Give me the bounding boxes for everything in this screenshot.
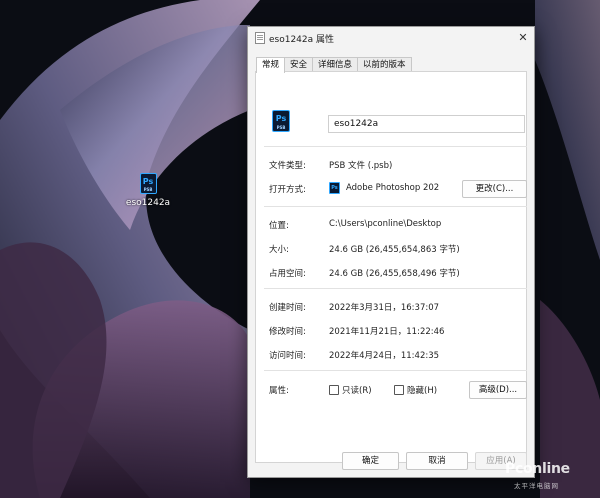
- photoshop-psb-icon: Ps PSB: [272, 110, 290, 132]
- desktop-file-icon-eso1242a[interactable]: Ps PSB eso1242a: [124, 173, 172, 208]
- accessed-value: 2022年4月24日，11:42:35: [329, 351, 440, 361]
- desktop-file-label: eso1242a: [125, 198, 171, 208]
- divider: [264, 206, 527, 207]
- size-on-disk-value: 24.6 GB (26,455,658,496 字节): [329, 269, 460, 279]
- hidden-checkbox[interactable]: 隐藏(H): [394, 384, 437, 396]
- open-with-label: 打开方式:: [269, 185, 306, 195]
- checkbox-box[interactable]: [394, 385, 404, 395]
- dialog-titlebar[interactable]: eso1242a 属性 ✕: [248, 27, 534, 49]
- general-tab-panel: Ps PSB eso1242a 文件类型: PSB 文件 (.psb) 打开方式…: [255, 71, 527, 463]
- open-with-value: Adobe Photoshop 202: [346, 183, 440, 193]
- modified-label: 修改时间:: [269, 327, 306, 337]
- accessed-label: 访问时间:: [269, 351, 306, 361]
- created-label: 创建时间:: [269, 303, 306, 313]
- dialog-title: eso1242a 属性: [269, 35, 335, 45]
- size-value: 24.6 GB (26,455,654,863 字节): [329, 245, 460, 255]
- file-type-value: PSB 文件 (.psb): [329, 161, 393, 171]
- attributes-label: 属性:: [269, 386, 289, 396]
- location-value: C:\Users\pconline\Desktop: [329, 219, 442, 229]
- file-type-label: 文件类型:: [269, 161, 306, 171]
- advanced-button[interactable]: 高级(D)...: [469, 381, 527, 399]
- tab-previous-versions[interactable]: 以前的版本: [357, 57, 412, 72]
- created-value: 2022年3月31日，16:37:07: [329, 303, 440, 313]
- photoshop-psb-icon: Ps PSB: [139, 173, 157, 194]
- file-properties-icon: [255, 32, 265, 44]
- filename-field[interactable]: eso1242a: [328, 115, 525, 133]
- cancel-button[interactable]: 取消: [406, 452, 468, 470]
- pconline-watermark-sub: 太平洋电脑网: [514, 482, 559, 490]
- readonly-checkbox[interactable]: 只读(R): [329, 384, 372, 396]
- size-on-disk-label: 占用空间:: [269, 269, 306, 279]
- close-icon[interactable]: ✕: [512, 27, 534, 49]
- properties-dialog: eso1242a 属性 ✕ 常规 安全 详细信息 以前的版本 Ps PSB es…: [247, 26, 535, 478]
- tab-general[interactable]: 常规: [256, 57, 286, 73]
- divider: [264, 370, 527, 371]
- ok-button[interactable]: 确定: [342, 452, 399, 470]
- divider: [264, 146, 527, 147]
- location-label: 位置:: [269, 221, 289, 231]
- pconline-watermark: Pconline: [505, 461, 570, 477]
- readonly-checkbox-label: 只读(R): [342, 386, 372, 396]
- size-label: 大小:: [269, 245, 289, 255]
- modified-value: 2021年11月21日，11:22:46: [329, 327, 445, 337]
- tab-strip: 常规 安全 详细信息 以前的版本: [256, 57, 412, 73]
- photoshop-app-icon: Ps: [329, 182, 340, 194]
- divider: [264, 288, 527, 289]
- tab-details[interactable]: 详细信息: [312, 57, 359, 72]
- change-button[interactable]: 更改(C)...: [462, 180, 527, 198]
- checkbox-box[interactable]: [329, 385, 339, 395]
- tab-security[interactable]: 安全: [284, 57, 314, 72]
- hidden-checkbox-label: 隐藏(H): [407, 386, 438, 396]
